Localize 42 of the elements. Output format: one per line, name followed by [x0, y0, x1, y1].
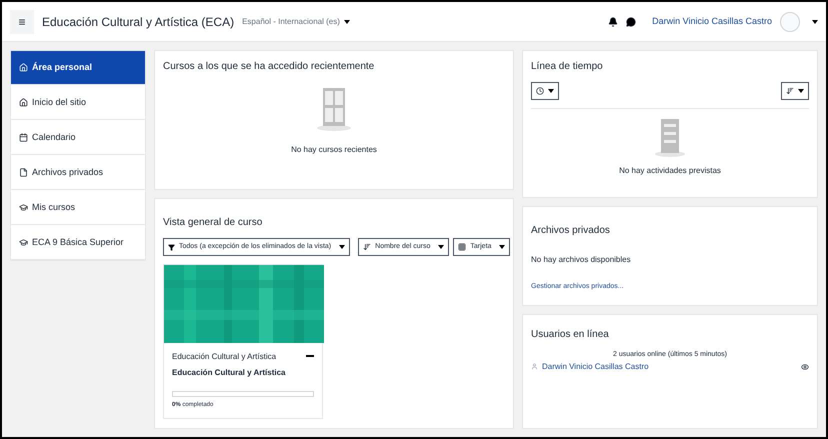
empty-message: No hay archivos disponibles [531, 254, 632, 266]
user-link[interactable]: Darwin Vinicio Casillas Castro [542, 360, 649, 372]
chat-icon[interactable] [626, 16, 636, 26]
card-title: Archivos privados [531, 224, 611, 238]
empty-message: No hay cursos recientes [291, 144, 377, 156]
card-title: Línea de tiempo [531, 60, 604, 74]
sort-icon [363, 243, 372, 251]
calendar-icon [19, 133, 28, 142]
course-name: Educación Cultural y Artística [172, 367, 287, 379]
user-icon [531, 363, 538, 370]
house-icon [19, 98, 28, 107]
home-icon [19, 63, 28, 72]
caret-icon [798, 89, 804, 93]
user-name-link[interactable]: Darwin Vinicio Casillas Castro [652, 14, 772, 28]
menu-button[interactable]: ≡ [10, 10, 34, 34]
caret-icon [344, 20, 350, 24]
sidebar-item[interactable]: Área personal [11, 51, 145, 85]
list-icon [655, 117, 685, 157]
caret-icon [548, 89, 554, 93]
time-filter-button[interactable] [531, 82, 559, 100]
clock-icon [536, 87, 544, 95]
graduation-cap-icon [19, 238, 28, 247]
bell-icon[interactable] [608, 16, 618, 26]
course-grid-icon [317, 86, 351, 132]
eye-icon[interactable] [801, 362, 809, 370]
filter-icon [168, 244, 175, 250]
card-title: Vista general de curso [163, 216, 264, 230]
site-title: Educación Cultural y Artística (ECA) [42, 14, 234, 30]
sort-button[interactable] [781, 82, 809, 100]
caret-icon [438, 245, 444, 249]
language-menu[interactable]: Español - Internacional (es) [242, 16, 350, 28]
card-title: Usuarios en línea [531, 328, 610, 342]
card-title: Cursos a los que se ha accedido recientemente [163, 60, 374, 74]
caret-icon [499, 245, 506, 249]
graduation-cap-icon [19, 203, 28, 212]
empty-message: No hay actividades previstas [619, 165, 721, 177]
course-category: Educación Cultural y Artística [172, 351, 276, 363]
caret-icon [339, 245, 346, 249]
sort-icon [786, 87, 794, 95]
grid-icon [458, 243, 466, 251]
file-icon [19, 168, 28, 177]
caret-icon [812, 20, 818, 24]
